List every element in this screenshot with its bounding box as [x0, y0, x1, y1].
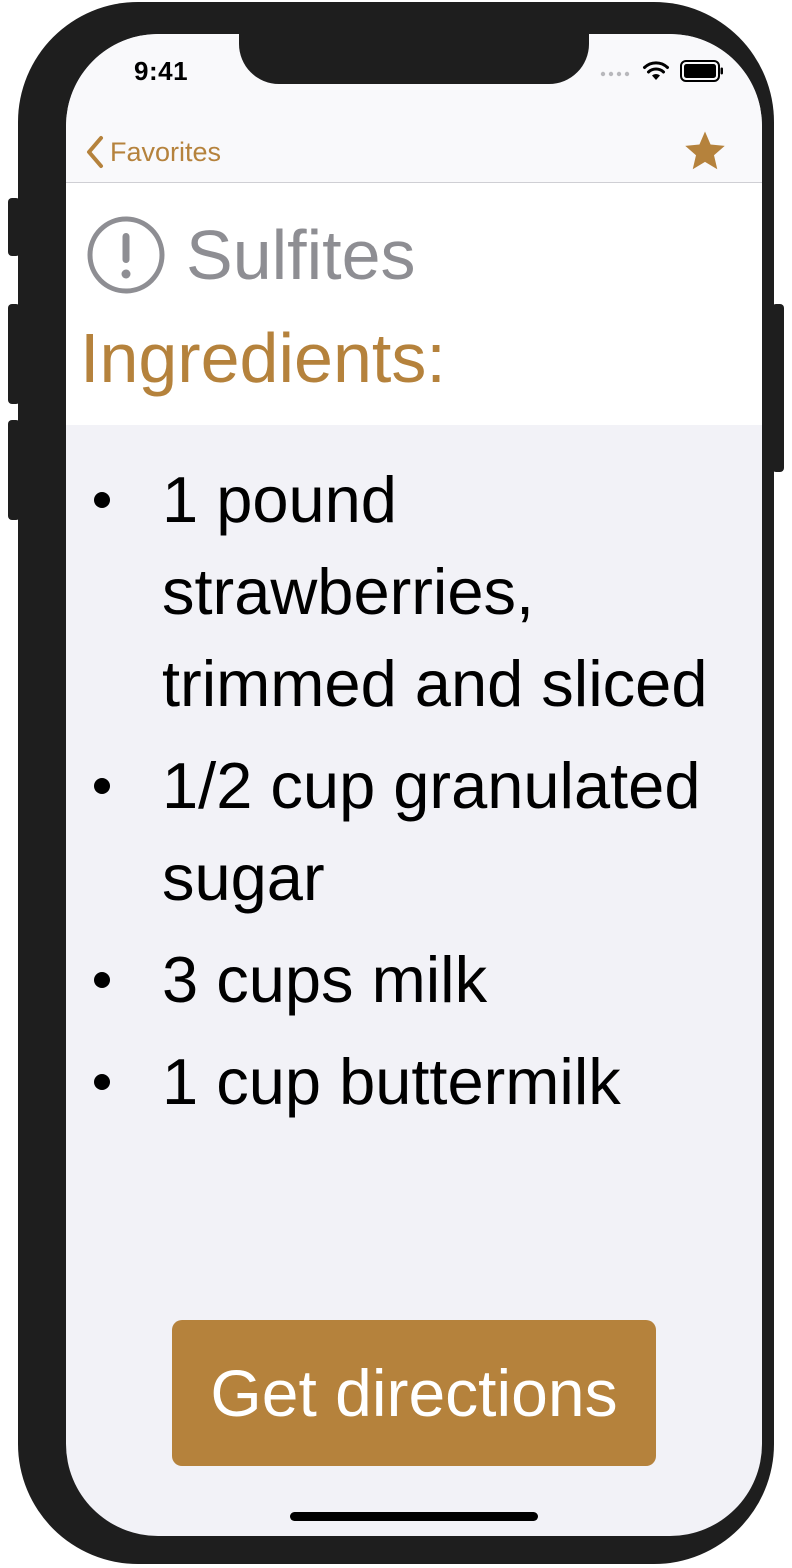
- chevron-left-icon: [87, 136, 103, 168]
- get-directions-button[interactable]: Get directions: [172, 1320, 656, 1466]
- status-icons: [600, 60, 724, 82]
- wifi-icon: [643, 61, 669, 80]
- ingredient-text: 1/2 cup granulated sugar: [162, 749, 701, 914]
- bullet-icon: [94, 972, 110, 988]
- bullet-icon: [94, 492, 110, 508]
- signal-icon: [600, 71, 630, 77]
- status-time: 9:41: [134, 56, 189, 86]
- back-button-label: Favorites: [110, 136, 222, 167]
- back-button[interactable]: Favorites: [86, 130, 221, 174]
- bullet-icon: [94, 1074, 110, 1090]
- screen: 9:41 Favorites Sulfites Ingredients: 1 p…: [66, 34, 762, 1536]
- ingredient-text: 1 pound strawberries, trimmed and sliced: [162, 463, 708, 720]
- exclamation-circle-icon: [87, 216, 165, 294]
- ingredient-item: 3 cups milk: [66, 934, 762, 1026]
- allergen-label: Sulfites: [186, 216, 416, 294]
- ingredients-title: Ingredients:: [80, 319, 446, 397]
- recipe-header: Sulfites Ingredients:: [66, 183, 762, 425]
- ingredient-text: 1 cup buttermilk: [162, 1045, 621, 1118]
- allergen-warning: Sulfites: [86, 215, 416, 295]
- notch: [239, 34, 589, 84]
- navigation-bar: Favorites: [66, 122, 762, 183]
- ingredient-item: 1/2 cup granulated sugar: [66, 740, 762, 924]
- bullet-icon: [94, 778, 110, 794]
- ingredient-item: 1 cup buttermilk: [66, 1036, 762, 1128]
- home-indicator[interactable]: [290, 1512, 538, 1521]
- ingredient-text: 3 cups milk: [162, 943, 488, 1016]
- phone-frame: 9:41 Favorites Sulfites Ingredients: 1 p…: [18, 2, 774, 1564]
- ingredient-item: 1 pound strawberries, trimmed and sliced: [66, 454, 762, 730]
- ingredients-list: 1 pound strawberries, trimmed and sliced…: [66, 454, 762, 1138]
- battery-icon: [680, 60, 723, 82]
- star-icon[interactable]: [682, 128, 728, 174]
